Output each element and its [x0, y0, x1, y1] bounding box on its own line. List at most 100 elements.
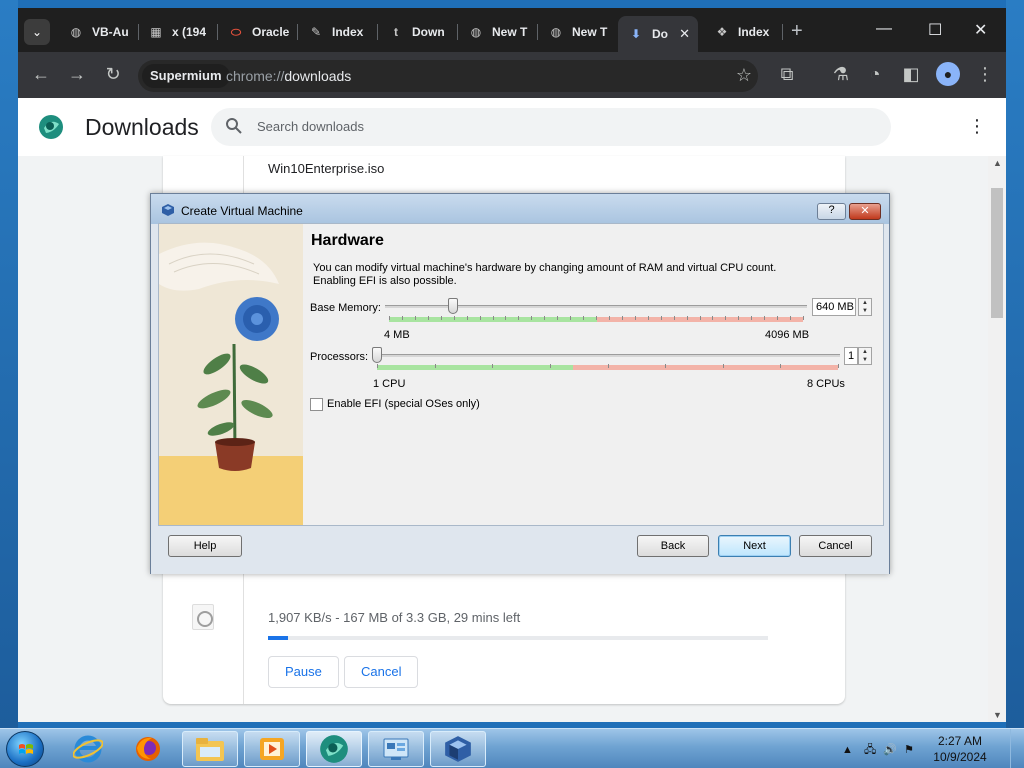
download-progress-fill: [268, 636, 288, 640]
tab-down[interactable]: t Down: [378, 16, 456, 48]
dialog-footer: Help Back Next Cancel: [151, 526, 889, 574]
virtualbox-icon: [162, 204, 174, 216]
tab-label: New T: [572, 25, 608, 39]
taskbar-virtualbox-icon[interactable]: [430, 731, 486, 767]
tab-search-button[interactable]: ⌄: [24, 19, 50, 45]
help-button[interactable]: Help: [168, 535, 242, 557]
dialog-body: Hardware You can modify virtual machine'…: [158, 223, 884, 526]
back-button[interactable]: Back: [637, 535, 709, 557]
globe-icon: ◍: [470, 25, 482, 39]
taskbar-control-panel-icon[interactable]: [368, 731, 424, 767]
menu-kebab-icon[interactable]: ⋮: [974, 64, 996, 85]
download-progress-bar: [268, 636, 768, 640]
windows-taskbar: ▲ 🖧 🔊 ⚑ 2:27 AM 10/9/2024: [0, 728, 1024, 768]
close-tab-icon[interactable]: ✕: [679, 26, 690, 42]
new-tab-button[interactable]: +: [791, 20, 803, 43]
spin-up-arrow-icon[interactable]: ▲: [859, 299, 871, 307]
close-window-button[interactable]: ✕: [974, 20, 987, 40]
tab-new-1[interactable]: ◍ New T: [458, 16, 536, 48]
memory-spin-buttons[interactable]: ▲ ▼: [858, 298, 872, 316]
processor-spin-buttons[interactable]: ▲ ▼: [858, 347, 872, 365]
slider-tick: [790, 316, 792, 320]
spin-up-arrow-icon[interactable]: ▲: [859, 348, 871, 356]
close-dialog-button[interactable]: ✕: [849, 203, 881, 220]
more-actions-icon[interactable]: ⋮: [968, 116, 986, 137]
show-hidden-icons-arrow-icon[interactable]: ▲: [842, 744, 853, 756]
tab-x[interactable]: ▦ x (194: [138, 16, 216, 48]
windows-logo-icon: [19, 744, 33, 754]
wizard-illustration: [159, 224, 303, 525]
download-filename[interactable]: Win10Enterprise.iso: [268, 161, 384, 176]
volume-icon[interactable]: 🔊: [883, 744, 897, 756]
slider-tick: [570, 316, 572, 320]
scroll-up-arrow-icon[interactable]: ▲: [993, 158, 1002, 168]
start-button[interactable]: [6, 731, 44, 767]
tab-vb-au[interactable]: ◍ VB-Au: [58, 16, 136, 48]
maximize-button[interactable]: ☐: [928, 20, 942, 40]
base-memory-label: Base Memory:: [310, 302, 381, 314]
memory-slider-thumb[interactable]: [448, 298, 459, 314]
action-center-flag-icon[interactable]: ⚑: [904, 744, 914, 756]
tab-label: x (194: [172, 25, 207, 39]
taskbar-explorer-icon[interactable]: [182, 731, 238, 767]
help-title-button[interactable]: ?: [817, 203, 846, 220]
minimize-button[interactable]: —: [876, 20, 892, 38]
tab-downloads-active[interactable]: ⬇ Do ✕: [618, 16, 698, 52]
download-status: 1,907 KB/s - 167 MB of 3.3 GB, 29 mins l…: [268, 610, 521, 625]
cancel-button[interactable]: Cancel: [799, 535, 872, 557]
slider-tick: [466, 316, 468, 320]
scroll-thumb[interactable]: [991, 188, 1003, 318]
spin-down-arrow-icon[interactable]: ▼: [859, 356, 871, 364]
reload-button[interactable]: ↻: [102, 64, 124, 85]
slider-tick: [596, 316, 597, 320]
slider-tick: [803, 316, 804, 320]
profile-chip[interactable]: Supermium: [142, 64, 230, 88]
taskbar-firefox-icon[interactable]: [120, 731, 176, 767]
next-button[interactable]: Next: [718, 535, 791, 557]
bookmark-star-icon[interactable]: ☆: [736, 65, 752, 86]
extensions-icon[interactable]: ⧉: [776, 64, 798, 85]
forward-button[interactable]: →: [66, 64, 88, 85]
tab-new-2[interactable]: ◍ New T: [538, 16, 616, 48]
slider-tick: [699, 316, 701, 320]
taskbar-media-player-icon[interactable]: [244, 731, 300, 767]
cancel-download-button[interactable]: Cancel: [344, 656, 419, 688]
processor-spinbox-input[interactable]: 1: [844, 347, 858, 365]
tab-index[interactable]: ✎ Index: [298, 16, 376, 48]
memory-spinbox-input[interactable]: 640 MB: [812, 298, 856, 316]
side-panel-icon[interactable]: ◧: [900, 64, 922, 85]
address-bar[interactable]: Supermium chrome://downloads ☆: [138, 60, 758, 92]
processor-slider-thumb[interactable]: [372, 347, 382, 363]
memory-max-label: 4096 MB: [765, 329, 810, 341]
download-progress-icon[interactable]: ◔: [864, 64, 886, 85]
profile-avatar-icon[interactable]: ●: [936, 62, 960, 86]
network-icon[interactable]: 🖧: [864, 744, 876, 756]
search-downloads-field[interactable]: Search downloads: [211, 108, 891, 146]
page-scrollbar[interactable]: ▲ ▼: [988, 156, 1006, 722]
tab-oracle[interactable]: ⬭ Oracle: [218, 16, 296, 48]
taskbar-clock[interactable]: 2:27 AM 10/9/2024: [930, 733, 990, 765]
labs-flask-icon[interactable]: ⚗: [830, 64, 852, 85]
back-button[interactable]: ←: [30, 64, 52, 85]
slider-tick: [780, 364, 782, 368]
efi-label[interactable]: Enable EFI (special OSes only): [327, 398, 480, 410]
pause-button[interactable]: Pause: [268, 656, 339, 688]
globe-icon: ◍: [70, 25, 82, 39]
show-desktop-button[interactable]: [1010, 729, 1024, 768]
index-icon: ✎: [310, 25, 322, 39]
dialog-titlebar[interactable]: Create Virtual Machine ? ✕: [151, 194, 889, 224]
step-description: You can modify virtual machine's hardwar…: [313, 262, 833, 288]
processor-max-label: 8 CPUs: [807, 378, 845, 390]
tab-label: New T: [492, 25, 528, 39]
taskbar-supermium-icon[interactable]: [306, 731, 362, 767]
dialog-title: Create Virtual Machine: [181, 204, 303, 218]
scroll-down-arrow-icon[interactable]: ▼: [993, 710, 1002, 720]
clock-date: 10/9/2024: [933, 750, 987, 764]
taskbar-ie-icon[interactable]: [60, 731, 116, 767]
tab-label: VB-Au: [92, 25, 129, 39]
url-scheme: chrome://: [226, 68, 285, 84]
processor-slider-track[interactable]: [375, 354, 840, 357]
efi-checkbox[interactable]: [310, 398, 323, 411]
tab-index-2[interactable]: ❖ Index: [704, 16, 782, 48]
spin-down-arrow-icon[interactable]: ▼: [859, 307, 871, 315]
